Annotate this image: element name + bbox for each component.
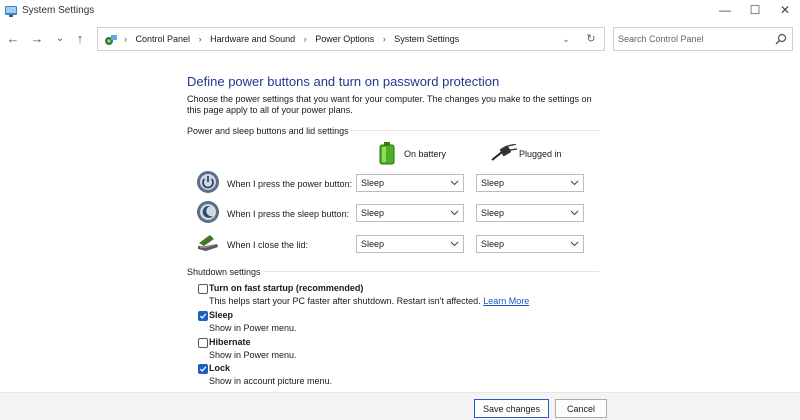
fast-startup-checkbox[interactable] bbox=[198, 284, 208, 294]
power-button-plugged-in-select[interactable]: Sleep bbox=[476, 174, 584, 192]
title-bar: System Settings — ☐ ✕ bbox=[0, 0, 800, 22]
recent-locations-chevron-icon[interactable]: ⌄ bbox=[51, 30, 69, 48]
plug-icon bbox=[491, 144, 518, 161]
main-content: Define power buttons and turn on passwor… bbox=[0, 60, 800, 390]
sleep-button-on-battery-select[interactable]: Sleep bbox=[356, 204, 464, 222]
breadcrumb-separator: › bbox=[198, 34, 202, 44]
selected-value: Sleep bbox=[481, 239, 505, 249]
breadcrumb-power-options[interactable]: Power Options bbox=[315, 34, 374, 44]
checkmark-icon bbox=[199, 313, 207, 319]
cancel-button[interactable]: Cancel bbox=[555, 399, 607, 418]
footer-bar: Save changes Cancel bbox=[0, 392, 800, 420]
refresh-icon[interactable]: ↻ bbox=[583, 31, 599, 47]
lock-checkbox[interactable] bbox=[198, 364, 208, 374]
search-input[interactable] bbox=[618, 32, 768, 46]
page-description: Choose the power settings that you want … bbox=[187, 94, 592, 115]
selected-value: Sleep bbox=[361, 239, 385, 249]
plugged-in-column-header: Plugged in bbox=[519, 149, 562, 159]
save-changes-button[interactable]: Save changes bbox=[474, 399, 549, 418]
control-panel-location-icon bbox=[105, 35, 117, 45]
breadcrumb: › Control Panel › Hardware and Sound › P… bbox=[124, 34, 459, 44]
selected-value: Sleep bbox=[481, 178, 505, 188]
search-icon[interactable] bbox=[774, 32, 788, 46]
selected-value: Sleep bbox=[481, 208, 505, 218]
fast-startup-label[interactable]: Turn on fast startup (recommended) bbox=[209, 283, 363, 293]
hibernate-option-label[interactable]: Hibernate bbox=[209, 337, 251, 347]
sleep-button-plugged-in-select[interactable]: Sleep bbox=[476, 204, 584, 222]
chevron-down-icon bbox=[450, 210, 459, 216]
breadcrumb-control-panel[interactable]: Control Panel bbox=[136, 34, 191, 44]
chevron-down-icon bbox=[570, 180, 579, 186]
shutdown-section-divider bbox=[263, 271, 599, 272]
back-arrow-icon[interactable]: ← bbox=[4, 30, 22, 48]
laptop-lid-icon bbox=[198, 235, 218, 251]
breadcrumb-hardware-and-sound[interactable]: Hardware and Sound bbox=[210, 34, 295, 44]
search-box[interactable] bbox=[613, 27, 793, 51]
battery-icon bbox=[379, 142, 395, 165]
close-lid-plugged-in-select[interactable]: Sleep bbox=[476, 235, 584, 253]
address-bar[interactable]: › Control Panel › Hardware and Sound › P… bbox=[97, 27, 605, 51]
control-panel-icon bbox=[5, 6, 17, 17]
breadcrumb-system-settings[interactable]: System Settings bbox=[394, 34, 459, 44]
chevron-down-icon bbox=[450, 241, 459, 247]
close-lid-on-battery-select[interactable]: Sleep bbox=[356, 235, 464, 253]
power-button-label: When I press the power button: bbox=[227, 179, 353, 189]
page-title: Define power buttons and turn on passwor… bbox=[187, 74, 500, 89]
checkmark-icon bbox=[199, 366, 207, 372]
learn-more-link[interactable]: Learn More bbox=[483, 296, 529, 306]
selected-value: Sleep bbox=[361, 208, 385, 218]
lock-option-label[interactable]: Lock bbox=[209, 363, 230, 373]
breadcrumb-separator: › bbox=[303, 34, 307, 44]
forward-arrow-icon[interactable]: → bbox=[28, 30, 46, 48]
sleep-option-description: Show in Power menu. bbox=[209, 323, 297, 333]
close-button[interactable]: ✕ bbox=[765, 0, 800, 20]
power-section-header: Power and sleep buttons and lid settings bbox=[187, 126, 349, 136]
chevron-down-icon bbox=[570, 210, 579, 216]
sleep-button-icon bbox=[197, 201, 219, 223]
power-button-icon bbox=[197, 171, 219, 193]
up-arrow-icon[interactable]: ↑ bbox=[71, 30, 89, 48]
selected-value: Sleep bbox=[361, 178, 385, 188]
sleep-checkbox[interactable] bbox=[198, 311, 208, 321]
address-dropdown-chevron-icon[interactable]: ⌄ bbox=[559, 31, 573, 47]
sleep-option-label[interactable]: Sleep bbox=[209, 310, 233, 320]
sleep-button-label: When I press the sleep button: bbox=[227, 209, 350, 219]
power-button-on-battery-select[interactable]: Sleep bbox=[356, 174, 464, 192]
power-section-divider bbox=[347, 130, 599, 131]
breadcrumb-separator: › bbox=[124, 34, 127, 44]
shutdown-section-header: Shutdown settings bbox=[187, 267, 261, 277]
chevron-down-icon bbox=[570, 241, 579, 247]
on-battery-column-header: On battery bbox=[404, 149, 447, 159]
close-lid-label: When I close the lid: bbox=[227, 240, 309, 250]
window-title: System Settings bbox=[22, 5, 95, 16]
lock-option-description: Show in account picture menu. bbox=[209, 376, 333, 386]
fast-startup-description: This helps start your PC faster after sh… bbox=[209, 296, 529, 306]
hibernate-checkbox[interactable] bbox=[198, 338, 208, 348]
fast-startup-description-text: This helps start your PC faster after sh… bbox=[209, 296, 481, 306]
chevron-down-icon bbox=[450, 180, 459, 186]
hibernate-option-description: Show in Power menu. bbox=[209, 350, 297, 360]
breadcrumb-separator: › bbox=[382, 34, 386, 44]
